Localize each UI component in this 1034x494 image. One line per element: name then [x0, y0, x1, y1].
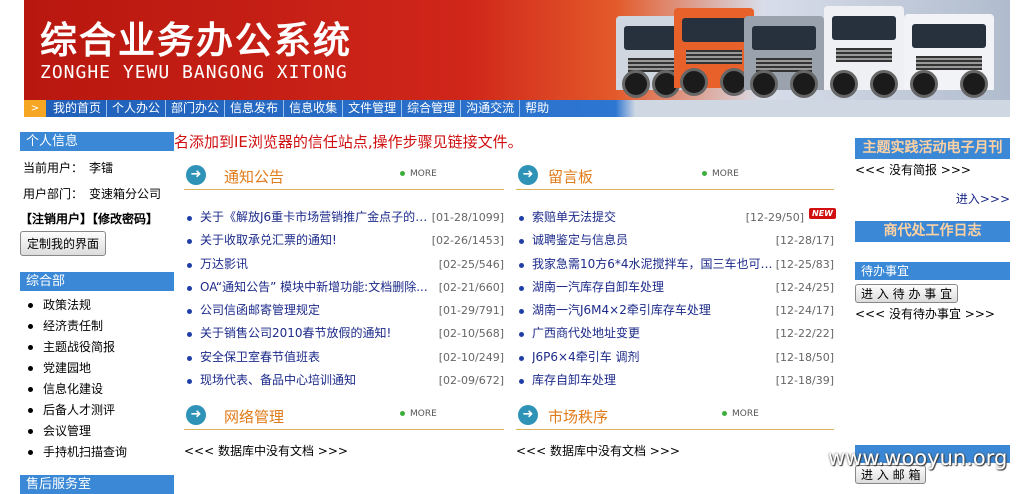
menu-item-party[interactable]: 党建园地 [28, 358, 174, 379]
message-panel-header: ➜ 留言板 MORE [516, 161, 834, 190]
journal-header[interactable]: 主题实践活动电子月刊 [855, 138, 1010, 159]
market-order-title: 市场秩序 [548, 408, 609, 426]
right-sidebar: 主题实践活动电子月刊 <<< 没有简报 >>> 进入>>> 商代处工作日志 待办… [855, 138, 1010, 484]
user-dept-label: 用户部门： [23, 187, 84, 201]
list-item[interactable]: 广西商代处地址变更 [12-22/22] [516, 322, 834, 345]
logout-link[interactable]: 【注销用户】 [20, 212, 92, 226]
message-list: 索赔单无法提交 [12-29/50] NEW 诚聘鉴定与信息员 [12-28/17] … [516, 206, 836, 392]
truck-image-5 [904, 14, 994, 98]
notice-list: 关于《解放J6重卡市场营销推广金点子的征... [01-28/1099] 关于收取… [184, 206, 504, 392]
system-title: 综合业务办公系统 [40, 19, 352, 62]
nav-communication[interactable]: 沟通交流 [461, 100, 521, 117]
nav-info-publish[interactable]: 信息发布 [225, 100, 285, 117]
list-item[interactable]: 安全保卫室春节值班表 [02-10/249] [184, 346, 504, 369]
menu-item-talent-eval[interactable]: 后备人才测评 [28, 400, 174, 421]
market-panel-header: ➜ 市场秩序 MORE [516, 401, 834, 430]
list-item[interactable]: 公司信函邮寄管理规定 [01-29/791] [184, 299, 504, 322]
main-nav: > 我的首页 个人办公 部门办公 信息发布 信息收集 文件管理 综合管理 沟通交… [24, 100, 1010, 117]
market-more-link[interactable]: MORE [722, 409, 759, 419]
current-user-label: 当前用户： [23, 161, 84, 175]
left-sidebar: 个人信息 当前用户： 李镭 用户部门： 变速箱分公司 【注销用户】【修改密码】 定制… [20, 132, 174, 494]
list-item[interactable]: 湖南一汽J6M4×2牵引库存车处理 [12-24/17] [516, 299, 834, 322]
nav-arrow-icon: > [24, 100, 46, 117]
arrow-right-icon: ➜ [518, 165, 538, 185]
list-item[interactable]: 湖南一汽库存自卸车处理 [12-24/25] [516, 276, 834, 299]
watermark-text: www.wooyun.org [828, 446, 1008, 470]
list-item[interactable]: 现场代表、备品中心培训通知 [02-09/672] [184, 369, 504, 392]
personal-info-header: 个人信息 [20, 132, 174, 151]
market-order-panel: ➜ 市场秩序 MORE <<< 数据库中没有文档 >>> [516, 401, 834, 459]
nav-help[interactable]: 帮助 [520, 100, 554, 117]
truck-image-3 [744, 16, 824, 98]
user-dept-row: 用户部门： 变速箱分公司 [23, 186, 174, 202]
arrow-right-icon: ➜ [186, 405, 206, 425]
menu-item-responsibility[interactable]: 经济责任制 [28, 316, 174, 337]
nav-general-management[interactable]: 综合管理 [402, 100, 462, 117]
message-more-link[interactable]: MORE [702, 169, 739, 179]
truck-image-4 [824, 6, 904, 98]
menu-item-scanner-query[interactable]: 手持机扫描查询 [28, 442, 174, 463]
menu-item-it-construction[interactable]: 信息化建设 [28, 379, 174, 400]
marquee-notice[interactable]: 名添加到IE浏览器的信任站点,操作步骤见链接文件。 [174, 131, 523, 152]
list-item[interactable]: OA“通知公告” 模块中新增功能:文档删除... [02-21/660] [184, 276, 504, 299]
arrow-right-icon: ➜ [518, 405, 538, 425]
nav-info-collect[interactable]: 信息收集 [284, 100, 344, 117]
list-item[interactable]: 万达影讯 [02-25/546] [184, 253, 504, 276]
list-item[interactable]: 关于销售公司2010春节放假的通知! [02-10/568] [184, 322, 504, 345]
customize-interface-button[interactable]: 定制我的界面 [20, 231, 107, 256]
network-management-title: 网络管理 [224, 408, 285, 426]
new-badge-icon: NEW [809, 208, 836, 219]
notice-panel-header: ➜ 通知公告 MORE [184, 161, 504, 190]
menu-item-campaign-brief[interactable]: 主题战役简报 [28, 337, 174, 358]
notice-title: 通知公告 [224, 168, 285, 186]
notice-panel: ➜ 通知公告 MORE 关于《解放J6重卡市场营销推广金点子的征... [01-2… [184, 161, 504, 392]
nav-home[interactable]: 我的首页 [48, 100, 108, 117]
nav-file-management[interactable]: 文件管理 [343, 100, 403, 117]
truck-image-2 [674, 8, 754, 96]
message-board-title: 留言板 [548, 168, 594, 186]
menu-item-policy[interactable]: 政策法规 [28, 295, 174, 316]
list-item[interactable]: 诚聘鉴定与信息员 [12-28/17] [516, 229, 834, 252]
nav-dept-office[interactable]: 部门办公 [166, 100, 226, 117]
dept-section-header: 综合部 [20, 272, 174, 291]
work-log-header[interactable]: 商代处工作日志 [855, 221, 1010, 242]
account-links: 【注销用户】【修改密码】 [20, 210, 174, 227]
list-item[interactable]: 我家急需10方6*4水泥搅拌车，国三车也可。... [12-25/83] [516, 253, 834, 276]
todo-header: 待办事宜 [855, 262, 1010, 280]
network-empty-message: <<< 数据库中没有文档 >>> [184, 444, 348, 458]
list-item[interactable]: 库存自卸车处理 [12-18/39] [516, 369, 834, 392]
user-dept-value: 变速箱分公司 [89, 187, 162, 201]
network-management-panel: ➜ 网络管理 MORE <<< 数据库中没有文档 >>> [184, 401, 504, 459]
system-subtitle: ZONGHE YEWU BANGONG XITONG [40, 62, 348, 83]
network-panel-header: ➜ 网络管理 MORE [184, 401, 504, 430]
network-more-link[interactable]: MORE [400, 409, 437, 419]
no-todo-message: <<< 没有待办事宜 >>> [855, 307, 995, 321]
market-empty-message: <<< 数据库中没有文档 >>> [516, 444, 680, 458]
list-item[interactable]: J6P6×4牵引车 调剂 [12-18/50] [516, 346, 834, 369]
header-banner: 综合业务办公系统 ZONGHE YEWU BANGONG XITONG [24, 0, 1010, 100]
todo-enter-button[interactable]: 进 入 待 办 事 宜 [855, 284, 959, 303]
after-sales-header: 售后服务室 [20, 475, 174, 494]
menu-item-meeting[interactable]: 会议管理 [28, 421, 174, 442]
list-item[interactable]: 关于收取承兑汇票的通知! [02-26/1453] [184, 229, 504, 252]
arrow-right-icon: ➜ [186, 165, 206, 185]
current-user-value: 李镭 [89, 161, 114, 175]
list-item[interactable]: 索赔单无法提交 [12-29/50] NEW [516, 206, 836, 229]
enter-link[interactable]: 进入>>> [855, 190, 1010, 207]
dept-menu: 政策法规 经济责任制 主题战役简报 党建园地 信息化建设 后备人才测评 会议管理… [28, 295, 174, 463]
change-password-link[interactable]: 【修改密码】 [92, 212, 158, 226]
no-brief-message: <<< 没有简报 >>> [855, 163, 971, 177]
message-board-panel: ➜ 留言板 MORE 索赔单无法提交 [12-29/50] NEW 诚聘鉴定与信息员… [516, 161, 836, 392]
current-user-row: 当前用户： 李镭 [23, 160, 174, 176]
list-item[interactable]: 关于《解放J6重卡市场营销推广金点子的征... [01-28/1099] [184, 206, 504, 229]
notice-more-link[interactable]: MORE [400, 169, 437, 179]
nav-personal-office[interactable]: 个人办公 [107, 100, 167, 117]
